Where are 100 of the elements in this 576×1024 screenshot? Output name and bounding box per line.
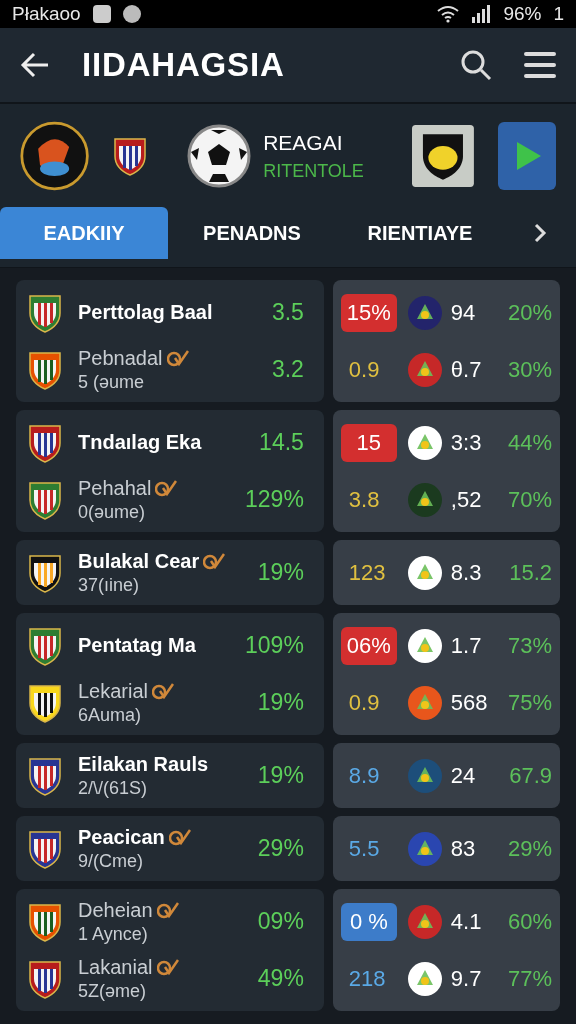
team-value: 29% — [257, 834, 305, 864]
team-name: Eilakan Rauls — [78, 751, 209, 777]
tab[interactable]: EADKIIY — [0, 207, 168, 259]
crest-icon — [28, 682, 62, 723]
team-subtitle: 2/\/(61S) — [78, 776, 149, 800]
menu-button[interactable] — [524, 51, 556, 79]
menu-icon — [524, 51, 556, 79]
odds-number: 218 — [347, 965, 386, 993]
odds-percent: 70% — [506, 486, 552, 514]
team-value: 3.5 — [271, 298, 305, 328]
sim-text: 1 — [553, 1, 564, 26]
odds-value: ,52 — [449, 486, 483, 514]
check-icon — [168, 828, 191, 847]
odds-percent: 73% — [506, 632, 552, 660]
odds-percent: 75% — [506, 689, 552, 717]
tab[interactable]: RIENTIAYE — [336, 207, 504, 259]
team-name: Tndaılag Eka — [78, 430, 202, 455]
team-subtitle: 6Auma) — [78, 703, 143, 727]
odds-value: 8.3 — [449, 559, 483, 587]
wifi-icon — [437, 5, 460, 23]
crest-icon — [28, 625, 62, 666]
team-name: Lekarial — [78, 678, 149, 704]
check-icon — [156, 958, 179, 977]
odds-number: 8.9 — [347, 762, 380, 790]
crest-icon — [28, 349, 62, 390]
odds-number: 123 — [347, 559, 386, 587]
play-button[interactable] — [497, 122, 556, 190]
team-value: 09% — [257, 907, 305, 937]
shield-logo-icon — [411, 122, 474, 190]
odds-percent: 67.9 — [508, 762, 552, 790]
team-value: 109% — [245, 631, 305, 661]
crest-icon — [28, 958, 62, 999]
odds-percent: 44% — [506, 429, 552, 457]
odds-number: 0.9 — [347, 689, 380, 717]
team-name: Lakanial — [78, 954, 153, 980]
back-icon — [20, 52, 50, 78]
odds-badge: 0 % — [340, 902, 397, 941]
soccer-ball-icon — [187, 124, 252, 188]
odds-badge: 06% — [340, 626, 397, 665]
tab[interactable]: PENADNS — [168, 207, 336, 259]
back-button[interactable] — [20, 52, 50, 78]
team-subtitle: 0(əume) — [78, 500, 147, 524]
crest-icon — [113, 136, 148, 176]
team-subtitle: 5 (əume — [78, 370, 146, 394]
odds-number: 5.5 — [347, 835, 380, 863]
team-value: 19% — [257, 761, 305, 791]
check-icon — [156, 901, 179, 920]
odds-number: 0.9 — [347, 356, 380, 384]
team-name: Pehahal — [78, 475, 152, 501]
team-value: 14.5 — [259, 428, 305, 458]
odds-percent: 20% — [506, 299, 552, 327]
crest-icon — [28, 292, 62, 333]
team-subtitle: 37(ıine) — [78, 573, 141, 597]
team-name: Pentatag Ma — [78, 633, 196, 658]
chevron-right-icon — [533, 222, 547, 244]
odds-number: 3.8 — [347, 486, 380, 514]
odds-value: 9.7 — [449, 965, 483, 993]
check-icon — [155, 479, 178, 498]
odds-badge: 15% — [340, 293, 397, 332]
team-value: 19% — [257, 688, 305, 718]
odds-percent: 77% — [506, 965, 552, 993]
odds-value: 4.1 — [449, 908, 483, 936]
odds-percent: 29% — [506, 835, 552, 863]
odds-value: 568 — [449, 689, 489, 717]
crest-icon — [28, 422, 62, 463]
odds-percent: 30% — [506, 356, 552, 384]
crest-icon — [28, 755, 62, 796]
battery-text: 96% — [503, 1, 542, 26]
odds-value: 1.7 — [449, 632, 483, 660]
team-subtitle: 9/(Cme) — [78, 849, 144, 873]
odds-value: 3:3 — [449, 429, 483, 457]
odds-percent: 60% — [506, 908, 552, 936]
search-button[interactable] — [460, 49, 492, 81]
team-name: Perttolag Baal — [78, 300, 213, 325]
check-icon — [166, 349, 189, 368]
team-value: 49% — [257, 964, 305, 994]
odds-value: θ.7 — [449, 356, 483, 384]
team-value: 3.2 — [271, 355, 305, 385]
odds-value: 94 — [449, 299, 477, 327]
carrier-text: Płakaoo — [12, 1, 81, 26]
featured-subtitle: RITENTOLE — [263, 160, 364, 184]
team-name: Deheian — [78, 897, 153, 923]
crest-icon — [28, 828, 62, 869]
team-name: Bulakal Cear — [78, 548, 200, 574]
crest-icon — [28, 479, 62, 520]
team-subtitle: 1 Aynce) — [78, 922, 149, 946]
team-name: Pebnadal — [78, 345, 163, 371]
check-icon — [203, 552, 226, 571]
crest-icon — [28, 901, 62, 942]
crest-icon — [28, 552, 62, 593]
team-value: 19% — [257, 558, 305, 588]
screen-title: IIDAHAGSIA — [82, 45, 286, 86]
team-value: 129% — [245, 485, 305, 515]
team-name: Peacican — [78, 824, 165, 850]
odds-value: 24 — [449, 762, 477, 790]
team-subtitle: 5Z(əme) — [78, 979, 147, 1003]
odds-percent: 15.2 — [508, 559, 552, 587]
check-icon — [152, 682, 175, 701]
notification-icon — [122, 5, 141, 23]
odds-value: 83 — [449, 835, 477, 863]
